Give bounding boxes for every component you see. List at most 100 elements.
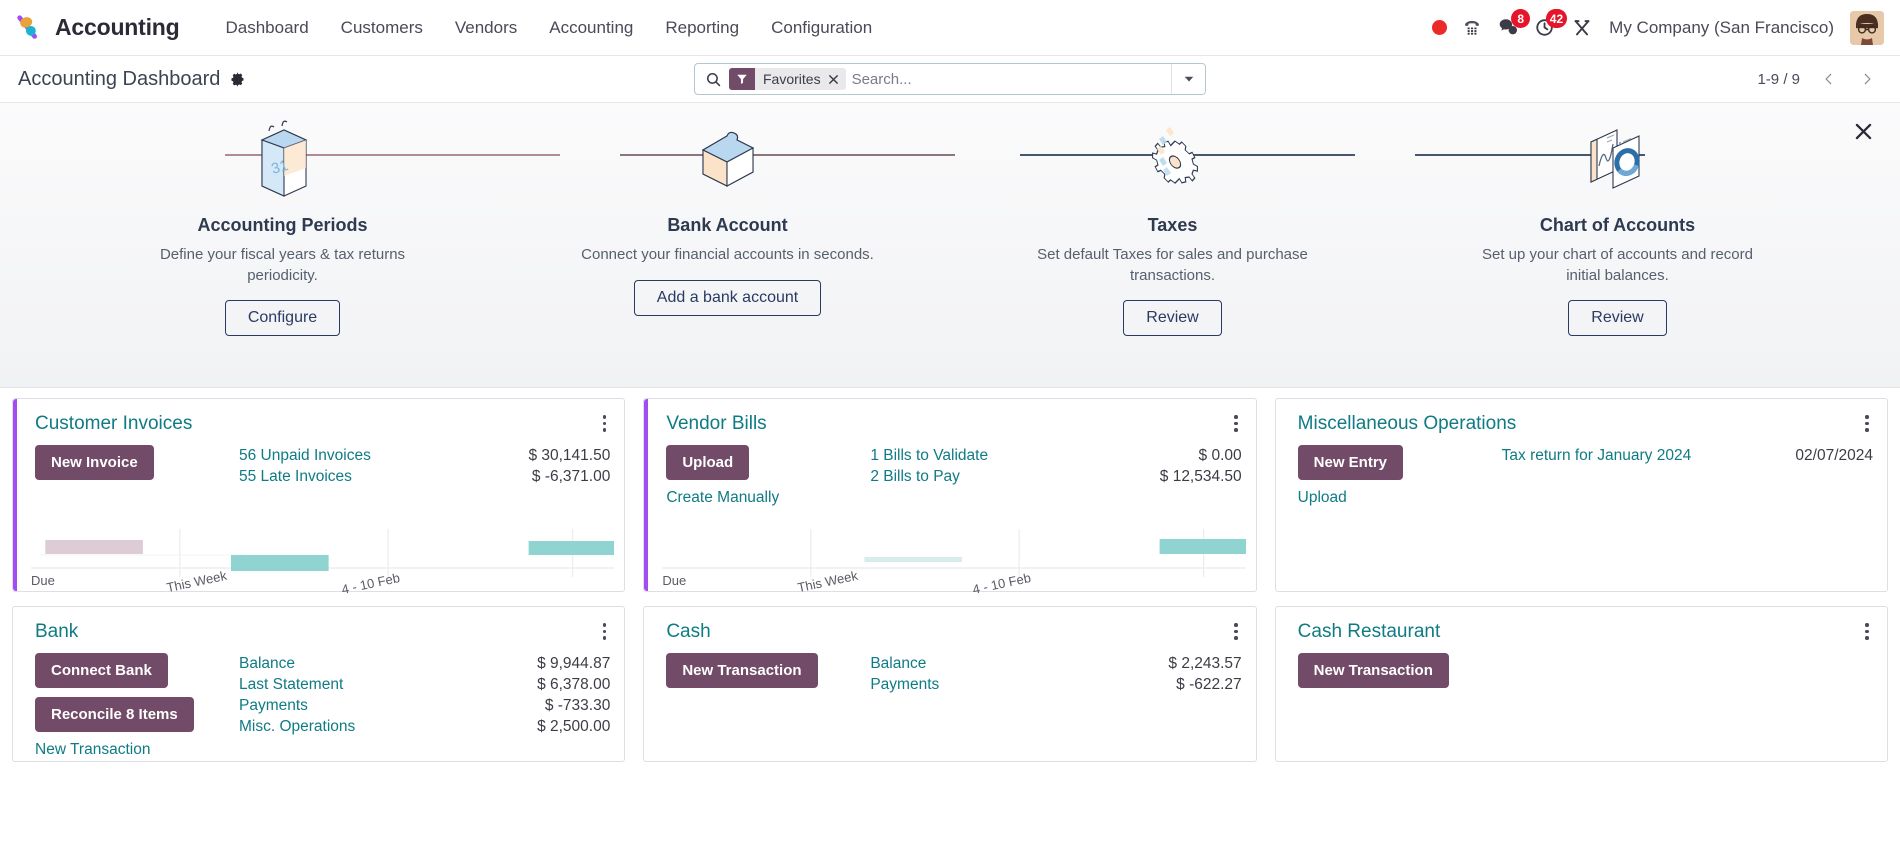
onboarding-step-description: Define your fiscal years & tax returns p… bbox=[159, 246, 406, 284]
stat-tax-return: Tax return for January 2024 02/07/2024 bbox=[1502, 447, 1873, 465]
stat-label[interactable]: Misc. Operations bbox=[239, 718, 355, 736]
activities-counter[interactable]: 42 bbox=[1534, 9, 1568, 39]
nav-customers[interactable]: Customers bbox=[325, 10, 439, 46]
main-menu: Dashboard Customers Vendors Accounting R… bbox=[210, 10, 889, 46]
nav-accounting[interactable]: Accounting bbox=[533, 10, 649, 46]
onboarding-banner: 31 Accounting Periods Define your fiscal… bbox=[0, 103, 1900, 388]
stat-balance: Balance $ 9,944.87 bbox=[239, 655, 610, 673]
odoo-logo-icon bbox=[14, 13, 44, 43]
configure-button[interactable]: Configure bbox=[224, 300, 341, 337]
vendor-bills-graph[interactable]: Due This Week 4 - 10 Feb bbox=[644, 515, 1255, 597]
stat-value: 02/07/2024 bbox=[1795, 447, 1873, 464]
stat-value: $ 6,378.00 bbox=[537, 676, 611, 693]
filter-funnel-icon bbox=[729, 68, 755, 90]
reconcile-items-button[interactable]: Reconcile 8 Items bbox=[35, 697, 194, 732]
stat-value: $ 2,500.00 bbox=[537, 718, 611, 735]
gear-cog-icon bbox=[1135, 117, 1211, 203]
journal-menu-kebab-icon[interactable] bbox=[599, 621, 611, 642]
search-view: Favorites bbox=[694, 63, 1206, 95]
journal-card-misc-operations[interactable]: Miscellaneous Operations New Entry Uploa… bbox=[1274, 398, 1888, 592]
nav-configuration[interactable]: Configuration bbox=[755, 10, 888, 46]
stat-balance: Balance $ 2,243.57 bbox=[870, 655, 1241, 673]
journal-card-cash[interactable]: Cash New Transaction Balance $ 2,243.57 … bbox=[643, 606, 1257, 762]
onboarding-step-description: Set up your chart of accounts and record… bbox=[1482, 246, 1753, 284]
review-taxes-button[interactable]: Review bbox=[1123, 300, 1222, 337]
journal-menu-kebab-icon[interactable] bbox=[599, 413, 611, 434]
journal-title[interactable]: Cash Restaurant bbox=[1298, 621, 1441, 643]
stat-label[interactable]: Last Statement bbox=[239, 676, 343, 694]
stat-value: $ 2,243.57 bbox=[1168, 655, 1242, 672]
pager-previous-button[interactable] bbox=[1812, 64, 1846, 94]
new-transaction-button[interactable]: New Transaction bbox=[666, 653, 818, 688]
record-dot-icon[interactable] bbox=[1432, 20, 1448, 35]
page-title-wrap: Accounting Dashboard bbox=[18, 68, 246, 91]
add-bank-account-button[interactable]: Add a bank account bbox=[633, 279, 822, 316]
create-manually-link[interactable]: Create Manually bbox=[666, 489, 779, 507]
chevron-down-icon[interactable] bbox=[1171, 64, 1205, 94]
nav-dashboard[interactable]: Dashboard bbox=[210, 10, 325, 46]
stat-misc-operations: Misc. Operations $ 2,500.00 bbox=[239, 718, 610, 736]
new-invoice-button[interactable]: New Invoice bbox=[35, 445, 154, 480]
journal-title[interactable]: Vendor Bills bbox=[666, 413, 766, 435]
activities-badge: 42 bbox=[1545, 9, 1568, 28]
stat-label[interactable]: Balance bbox=[870, 655, 926, 673]
search-icon[interactable] bbox=[695, 71, 729, 88]
connect-bank-button[interactable]: Connect Bank bbox=[35, 653, 168, 688]
nav-reporting[interactable]: Reporting bbox=[649, 10, 755, 46]
stat-label[interactable]: Payments bbox=[870, 676, 939, 694]
upload-link[interactable]: Upload bbox=[1298, 489, 1347, 507]
journal-dashboard: Customer Invoices New Invoice 56 Unpaid … bbox=[0, 388, 1900, 860]
puzzle-piece-icon bbox=[685, 117, 771, 203]
messages-counter[interactable]: 8 bbox=[1497, 9, 1531, 39]
onboarding-step-taxes: Taxes Set default Taxes for sales and pu… bbox=[950, 117, 1395, 337]
close-icon[interactable] bbox=[827, 74, 846, 85]
calendar-31-icon: 31 bbox=[244, 117, 322, 203]
upload-button[interactable]: Upload bbox=[666, 445, 750, 480]
journal-menu-kebab-icon[interactable] bbox=[1230, 413, 1242, 434]
stat-label[interactable]: Payments bbox=[239, 697, 308, 715]
journal-card-customer-invoices[interactable]: Customer Invoices New Invoice 56 Unpaid … bbox=[12, 398, 626, 597]
onboarding-step-title: Taxes bbox=[1147, 215, 1198, 235]
journal-title[interactable]: Cash bbox=[666, 621, 710, 643]
graph-tick-feb: 4 - 10 Feb bbox=[340, 570, 402, 597]
tools-icon[interactable] bbox=[1571, 17, 1593, 39]
stat-label[interactable]: 2 Bills to Pay bbox=[870, 468, 960, 486]
journal-menu-kebab-icon[interactable] bbox=[1230, 621, 1242, 642]
new-transaction-button[interactable]: New Transaction bbox=[1297, 653, 1449, 688]
messages-badge: 8 bbox=[1511, 9, 1531, 28]
search-input[interactable] bbox=[851, 64, 1171, 94]
stat-bills-to-validate: 1 Bills to Validate $ 0.00 bbox=[870, 447, 1241, 465]
app-brand[interactable]: Accounting bbox=[14, 13, 180, 43]
journal-title[interactable]: Bank bbox=[35, 621, 78, 643]
stat-label[interactable]: Tax return for January 2024 bbox=[1502, 447, 1692, 465]
nav-vendors[interactable]: Vendors bbox=[439, 10, 533, 46]
stat-label[interactable]: 55 Late Invoices bbox=[239, 468, 352, 486]
journal-card-cash-restaurant[interactable]: Cash Restaurant New Transaction bbox=[1274, 606, 1888, 762]
pager-count: 1-9 / 9 bbox=[1757, 70, 1800, 88]
pager: 1-9 / 9 bbox=[1757, 64, 1884, 94]
dialpad-icon[interactable] bbox=[1461, 17, 1483, 39]
review-coa-button[interactable]: Review bbox=[1568, 300, 1667, 337]
search-facet-favorites[interactable]: Favorites bbox=[729, 68, 846, 90]
stat-label[interactable]: Balance bbox=[239, 655, 295, 673]
journal-title[interactable]: Customer Invoices bbox=[35, 413, 192, 435]
stat-label[interactable]: 56 Unpaid Invoices bbox=[239, 447, 371, 465]
customer-invoices-graph[interactable]: Due This Week 4 - 10 Feb bbox=[13, 515, 624, 597]
stat-label[interactable]: 1 Bills to Validate bbox=[870, 447, 988, 465]
journal-row-bank-cash: Bank Connect Bank Reconcile 8 Items New … bbox=[12, 606, 1888, 762]
journal-menu-kebab-icon[interactable] bbox=[1861, 413, 1873, 434]
journal-card-vendor-bills[interactable]: Vendor Bills Upload Create Manually 1 Bi… bbox=[643, 398, 1257, 597]
new-entry-button[interactable]: New Entry bbox=[1297, 445, 1404, 480]
company-switcher[interactable]: My Company (San Francisco) bbox=[1607, 18, 1836, 38]
new-transaction-link[interactable]: New Transaction bbox=[35, 741, 150, 759]
journal-title[interactable]: Miscellaneous Operations bbox=[1298, 413, 1517, 435]
journal-menu-kebab-icon[interactable] bbox=[1861, 621, 1873, 642]
stat-value: $ 30,141.50 bbox=[528, 447, 611, 464]
gear-icon[interactable] bbox=[229, 71, 246, 88]
user-avatar[interactable] bbox=[1850, 10, 1884, 45]
pager-next-button[interactable] bbox=[1850, 64, 1884, 94]
graph-tick-feb: 4 - 10 Feb bbox=[971, 570, 1033, 597]
journal-card-bank[interactable]: Bank Connect Bank Reconcile 8 Items New … bbox=[12, 606, 626, 762]
onboarding-step-description: Connect your financial accounts in secon… bbox=[581, 246, 874, 263]
stat-value: $ 9,944.87 bbox=[537, 655, 611, 672]
